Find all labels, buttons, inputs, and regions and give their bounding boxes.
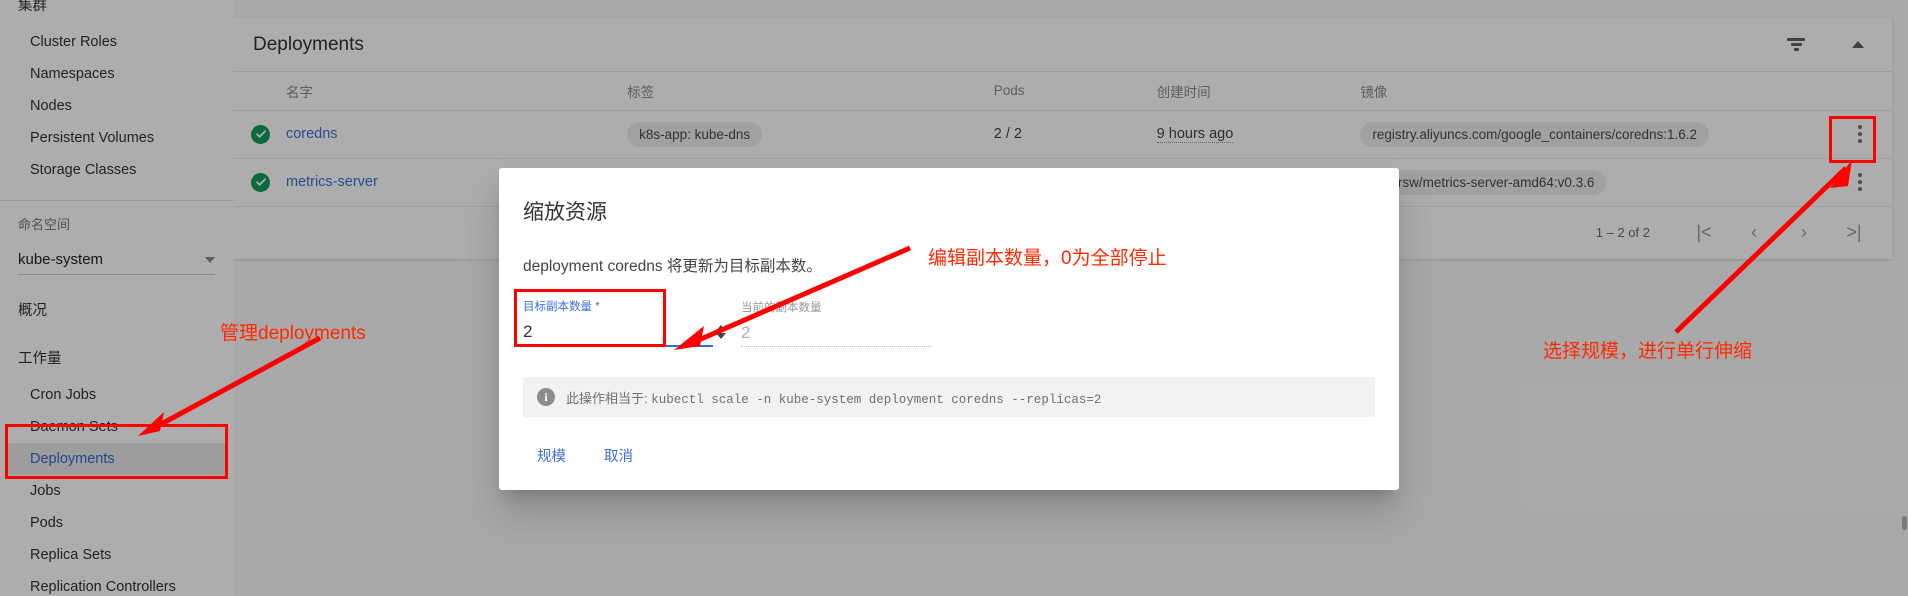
sidebar-item-storage-classes[interactable]: Storage Classes	[0, 154, 233, 186]
sidebar-item-pods[interactable]: Pods	[0, 507, 233, 539]
image-chip: registry.aliyuncs.com/google_containers/…	[1360, 121, 1710, 147]
table-col-image[interactable]: 镜像	[1360, 72, 1829, 111]
sidebar-item-label: Pods	[30, 515, 64, 531]
row-labels-cell: k8s-app: kube-dns	[627, 110, 994, 159]
page-title: Deployments	[253, 33, 364, 55]
status-ok-icon	[251, 124, 270, 144]
sidebar-item-replica-sets[interactable]: Replica Sets	[0, 539, 233, 571]
table-col-status	[233, 72, 286, 111]
filter-button[interactable]	[1778, 27, 1814, 63]
sidebar-item-label: Nodes	[30, 98, 72, 114]
sidebar-item-label: Cron Jobs	[30, 387, 97, 403]
table-col-labels[interactable]: 标签	[627, 72, 994, 111]
sidebar-item-replication-controllers[interactable]: Replication Controllers	[0, 571, 233, 596]
sidebar-item-nodes[interactable]: Nodes	[0, 90, 233, 122]
kubectl-info-text: 此操作相当于: kubectl scale -n kube-system dep…	[566, 388, 1101, 407]
sidebar-item-namespaces[interactable]: Namespaces	[0, 58, 233, 90]
annotation-arrow-deployments	[130, 332, 330, 437]
sidebar-section-overview[interactable]: 概况	[0, 301, 233, 321]
collapse-card-button[interactable]	[1840, 27, 1876, 63]
row-status-cell	[233, 158, 286, 207]
sidebar-item-persistent-volumes[interactable]: Persistent Volumes	[0, 122, 233, 154]
row-pods-cell: 2 / 2	[993, 110, 1157, 159]
status-ok-icon	[251, 172, 270, 192]
deployment-link-metrics-server[interactable]: metrics-server	[286, 174, 378, 190]
sidebar-item-label: Cluster Roles	[30, 34, 118, 50]
annotation-arrow-target-replicas	[660, 240, 920, 350]
namespace-select[interactable]: kube-system	[18, 245, 215, 275]
page-scrollbar[interactable]	[1902, 0, 1908, 596]
chevron-up-icon	[1852, 41, 1864, 48]
table-col-actions	[1828, 72, 1892, 111]
sidebar-divider	[0, 200, 233, 201]
sidebar-item-label: Storage Classes	[30, 162, 137, 178]
label-chip: k8s-app: kube-dns	[627, 121, 763, 147]
sidebar-item-label: Persistent Volumes	[30, 130, 155, 146]
annotation-text-select-scale: 选择规模，进行单行伸缩	[1543, 341, 1753, 362]
row-status-cell	[233, 110, 286, 159]
sidebar-item-label: Namespaces	[30, 66, 115, 82]
deployment-link-coredns[interactable]: coredns	[286, 126, 338, 142]
page-scrollbar-thumb[interactable]	[1902, 516, 1907, 530]
row-image-cell: registry.aliyuncs.com/google_containers/…	[1360, 110, 1829, 159]
namespace-label: 命名空间	[18, 217, 71, 232]
annotation-box-row-menu	[1829, 116, 1876, 163]
annotation-box-target-replicas	[514, 289, 666, 347]
table-row[interactable]: coredns k8s-app: kube-dns 2 / 2 9 hours …	[233, 110, 1892, 159]
card-header: Deployments	[233, 18, 1892, 72]
sidebar: 集群 Cluster Roles Namespaces Nodes Persis…	[0, 0, 233, 596]
table-col-created[interactable]: 创建时间	[1156, 72, 1361, 111]
kubectl-info-bar: i 此操作相当于: kubectl scale -n kube-system d…	[523, 377, 1375, 417]
sidebar-item-cluster-roles[interactable]: Cluster Roles	[0, 26, 233, 58]
table-header: 名字 标签 Pods 创建时间 镜像	[233, 72, 1892, 111]
table-col-pods[interactable]: Pods	[993, 72, 1157, 111]
sidebar-section-cluster: 集群	[18, 0, 47, 14]
chevron-down-icon	[205, 256, 215, 263]
namespace-selected-value: kube-system	[18, 251, 104, 268]
scale-confirm-button[interactable]: 规模	[529, 439, 574, 472]
annotation-text-edit-replicas: 编辑副本数量，0为全部停止	[928, 248, 1167, 269]
scale-cancel-button[interactable]: 取消	[596, 439, 641, 472]
annotation-text-manage-deployments: 管理deployments	[220, 323, 366, 344]
sidebar-item-label: Replication Controllers	[30, 579, 176, 595]
sidebar-item-label: Jobs	[30, 483, 61, 499]
sidebar-item-jobs[interactable]: Jobs	[0, 475, 233, 507]
info-prefix: 此操作相当于:	[566, 390, 648, 406]
dialog-title: 缩放资源	[523, 201, 607, 224]
created-timestamp: 9 hours ago	[1156, 126, 1234, 143]
table-col-name[interactable]: 名字	[285, 72, 628, 111]
row-created-cell: 9 hours ago	[1156, 110, 1361, 159]
kubectl-command: kubectl scale -n kube-system deployment …	[651, 392, 1102, 407]
kubernetes-dashboard-screen: 集群 Cluster Roles Namespaces Nodes Persis…	[0, 0, 1908, 596]
dialog-actions: 规模 取消	[523, 417, 1375, 482]
annotation-arrow-row-menu	[1640, 160, 1860, 340]
sidebar-item-label: Replica Sets	[30, 547, 112, 563]
row-name-cell: coredns	[285, 110, 628, 159]
info-icon: i	[537, 388, 555, 406]
filter-icon	[1787, 38, 1805, 51]
